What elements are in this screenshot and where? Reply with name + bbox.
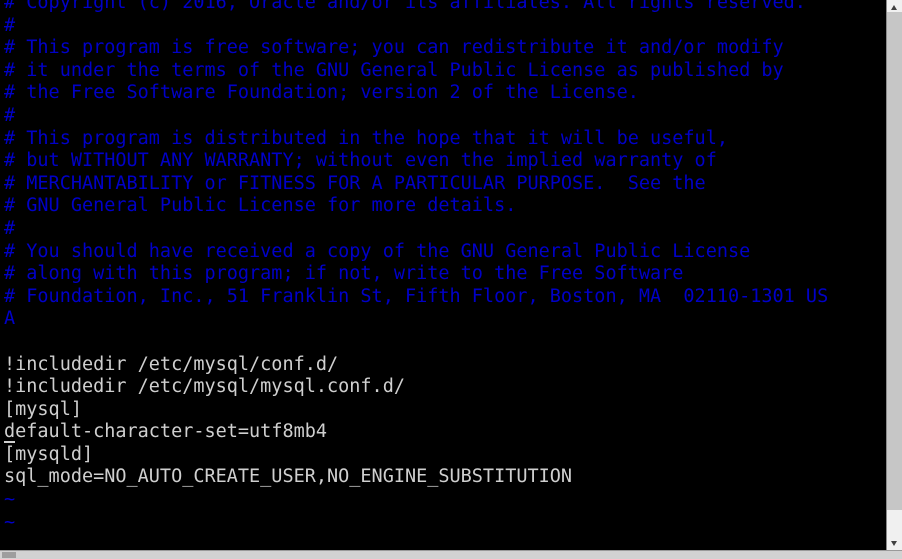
buffer-line: # along with this program; if not, write… (4, 263, 684, 285)
buffer-line: ~ (4, 489, 16, 511)
terminal-window: # Copyright (c) 2016, Oracle and/or its … (0, 0, 902, 559)
vim-buffer: # Copyright (c) 2016, Oracle and/or its … (0, 0, 886, 534)
buffer-line: default-character-set=utf8mb4 (4, 421, 328, 443)
buffer-line: # but WITHOUT ANY WARRANTY; without even… (4, 150, 717, 172)
horizontal-scrollbar[interactable] (0, 550, 902, 559)
buffer-line: # Foundation, Inc., 51 Franklin St, Fift… (4, 285, 829, 307)
text-cursor: d (4, 421, 16, 443)
buffer-line: # it under the terms of the GNU General … (4, 59, 784, 81)
vertical-scrollbar-thumb[interactable] (887, 12, 902, 510)
buffer-line: sql_mode=NO_AUTO_CREATE_USER,NO_ENGINE_S… (4, 466, 573, 488)
vim-status-line: "/etc/mysql/my.cnf" 21L, 896C 19,1 All (0, 528, 886, 559)
buffer-line: # the Free Software Foundation; version … (4, 82, 639, 104)
buffer-line: # This program is distributed in the hop… (4, 127, 728, 149)
buffer-line: # MERCHANTABILITY or FITNESS FOR A PARTI… (4, 172, 706, 194)
buffer-line: # Copyright (c) 2016, Oracle and/or its … (4, 0, 806, 13)
vim-text-area[interactable]: # Copyright (c) 2016, Oracle and/or its … (0, 0, 886, 551)
buffer-line (0, 331, 886, 354)
chevron-up-icon (891, 5, 897, 10)
buffer-line: !includedir /etc/mysql/conf.d/ (4, 353, 339, 375)
buffer-line: # This program is free software; you can… (4, 37, 784, 59)
buffer-line: # (4, 217, 16, 239)
chevron-down-icon (891, 541, 897, 546)
vertical-scrollbar[interactable] (886, 0, 902, 551)
buffer-line: !includedir /etc/mysql/mysql.conf.d/ (4, 376, 405, 398)
buffer-line: # (4, 14, 16, 36)
buffer-line: [mysql] (4, 398, 82, 420)
scroll-down-button[interactable] (887, 536, 902, 551)
buffer-line: # GNU General Public License for more de… (4, 195, 517, 217)
buffer-line: # You should have received a copy of the… (4, 240, 751, 262)
buffer-line: [mysqld] (4, 443, 94, 465)
horizontal-scrollbar-thumb[interactable] (2, 552, 16, 558)
buffer-line: A (4, 308, 16, 330)
buffer-line: # (4, 104, 16, 126)
